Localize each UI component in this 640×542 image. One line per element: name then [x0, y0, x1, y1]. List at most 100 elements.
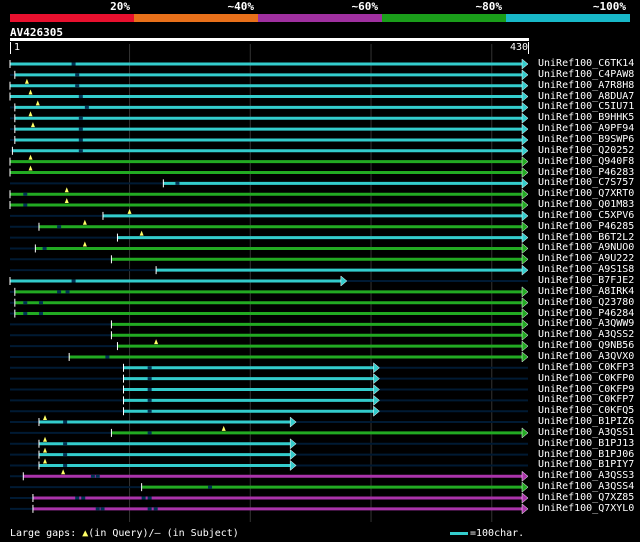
hit-label[interactable]: UniRef100_A3QVX0 — [538, 351, 634, 362]
hit-label[interactable]: UniRef100_C0KFP3 — [538, 362, 634, 373]
query-gap-marker-icon — [154, 339, 159, 345]
hit-label[interactable]: UniRef100_B1PJ13 — [538, 438, 634, 449]
query-gap-marker-icon — [82, 219, 87, 225]
hit-end-arrow-icon — [521, 177, 529, 189]
hit-label[interactable]: UniRef100_B6T2L2 — [538, 232, 634, 243]
hit-end-arrow-icon — [521, 156, 529, 168]
hit-end-arrow-icon — [521, 145, 529, 157]
hit-label[interactable]: UniRef100_Q7XYL0 — [538, 503, 634, 514]
hit-label[interactable]: UniRef100_C0KFP9 — [538, 384, 634, 395]
hit-end-arrow-icon — [373, 362, 380, 374]
hit-label[interactable]: UniRef100_A9PF94 — [538, 123, 634, 134]
hit-end-arrow-icon — [521, 286, 529, 298]
hit-end-arrow-icon — [521, 470, 529, 482]
hit-label[interactable]: UniRef100_B7FJE2 — [538, 275, 634, 286]
hit-end-arrow-icon — [521, 199, 529, 211]
hit-label[interactable]: UniRef100_C0KFQ5 — [538, 405, 634, 416]
hit-end-arrow-icon — [289, 416, 297, 428]
hit-end-arrow-icon — [521, 80, 529, 92]
query-gap-marker-icon — [61, 469, 66, 475]
hit-label[interactable]: UniRef100_C7S757 — [538, 177, 634, 188]
hit-end-arrow-icon — [373, 383, 380, 396]
hit-end-arrow-icon — [521, 481, 529, 493]
hit-end-arrow-icon — [521, 329, 529, 341]
hit-label[interactable]: UniRef100_Q940F8 — [538, 156, 634, 167]
hit-end-arrow-icon — [521, 232, 529, 244]
hit-label[interactable]: UniRef100_C0KFP7 — [538, 394, 634, 405]
hit-end-arrow-icon — [521, 427, 529, 439]
hit-label[interactable]: UniRef100_C0KFP0 — [538, 373, 634, 384]
hit-label[interactable]: UniRef100_P46284 — [538, 308, 634, 319]
hit-label[interactable]: UniRef100_P46285 — [538, 221, 634, 232]
hit-end-arrow-icon — [521, 264, 529, 276]
query-gap-marker-icon — [30, 122, 35, 128]
hit-label[interactable]: UniRef100_C4PAW8 — [538, 69, 634, 80]
query-gap-marker-icon — [24, 78, 29, 84]
hit-end-arrow-icon — [521, 492, 529, 504]
query-gap-marker-icon — [43, 436, 48, 442]
hit-label[interactable]: UniRef100_A7R8H8 — [538, 80, 634, 91]
hit-end-arrow-icon — [521, 340, 529, 352]
hit-end-arrow-icon — [521, 123, 529, 135]
hit-label[interactable]: UniRef100_B1PIY7 — [538, 459, 634, 470]
hit-label[interactable]: UniRef100_A3QWW9 — [538, 318, 634, 329]
hit-label[interactable]: UniRef100_Q20252 — [538, 145, 634, 156]
hit-label[interactable]: UniRef100_A8IRK4 — [538, 286, 634, 297]
hit-end-arrow-icon — [373, 394, 380, 406]
scale-key: =100char. — [450, 528, 524, 539]
hit-end-arrow-icon — [521, 166, 529, 179]
hit-label[interactable]: UniRef100_A9NUO0 — [538, 242, 634, 253]
hit-label[interactable]: UniRef100_Q7XRT0 — [538, 188, 634, 199]
hit-end-arrow-icon — [373, 405, 380, 417]
query-gap-marker-icon — [28, 89, 33, 95]
hit-label[interactable]: UniRef100_B1PIZ6 — [538, 416, 634, 427]
hit-label[interactable]: UniRef100_B9SWP6 — [538, 134, 634, 145]
hit-end-arrow-icon — [289, 459, 297, 471]
hit-end-arrow-icon — [521, 210, 529, 222]
hit-end-arrow-icon — [521, 318, 529, 330]
hit-label[interactable]: UniRef100_Q7XZ85 — [538, 492, 634, 503]
hit-end-arrow-icon — [521, 297, 529, 309]
hit-label[interactable]: UniRef100_A3QSS3 — [538, 470, 634, 481]
hit-end-arrow-icon — [521, 91, 529, 103]
hit-label[interactable]: UniRef100_Q23780 — [538, 297, 634, 308]
hit-label[interactable]: UniRef100_A3QSS4 — [538, 481, 634, 492]
query-gap-marker-icon — [139, 230, 144, 236]
hit-label[interactable]: UniRef100_Q9NB56 — [538, 340, 634, 351]
query-gap-marker-icon — [82, 241, 87, 247]
hit-end-arrow-icon — [521, 308, 529, 320]
hit-end-arrow-icon — [521, 221, 529, 233]
hit-end-arrow-icon — [521, 69, 529, 81]
hit-label[interactable]: UniRef100_A3QSS2 — [538, 329, 634, 340]
hit-label[interactable]: UniRef100_A9U222 — [538, 253, 634, 264]
hit-label[interactable]: UniRef100_C5XPV6 — [538, 210, 634, 221]
hit-end-arrow-icon — [521, 58, 529, 70]
query-gap-marker-icon — [43, 447, 48, 453]
hit-end-arrow-icon — [289, 449, 297, 461]
hit-label[interactable]: UniRef100_C6TK14 — [538, 58, 634, 69]
hit-end-arrow-icon — [373, 373, 380, 385]
query-gap-marker-icon — [28, 165, 33, 171]
hit-label[interactable]: UniRef100_B1PJ06 — [538, 449, 634, 460]
hit-label[interactable]: UniRef100_A9S1S8 — [538, 264, 634, 275]
hit-label[interactable]: UniRef100_A3QSS1 — [538, 427, 634, 438]
hit-end-arrow-icon — [289, 438, 297, 450]
hit-label[interactable]: UniRef100_Q01M83 — [538, 199, 634, 210]
hit-end-arrow-icon — [521, 351, 529, 363]
query-gap-marker-icon — [127, 208, 132, 214]
hit-label[interactable]: UniRef100_A8DUA7 — [538, 91, 634, 102]
gap-legend-text: Large gaps: — [10, 528, 83, 539]
query-gap-marker-icon — [28, 111, 33, 117]
query-gap-marker-icon — [43, 415, 48, 421]
query-gap-marker-icon — [35, 100, 40, 106]
hit-label[interactable]: UniRef100_P46283 — [538, 167, 634, 178]
query-gap-marker-icon — [64, 187, 69, 193]
hit-end-arrow-icon — [340, 275, 348, 287]
scale-text: =100char. — [470, 528, 525, 539]
hit-label[interactable]: UniRef100_C5IU71 — [538, 101, 634, 112]
gap-legend: Large gaps: ▲(in Query)/— (in Subject) — [10, 528, 239, 539]
query-gap-marker-icon — [221, 425, 226, 431]
query-gap-marker-icon — [28, 154, 33, 160]
query-gap-marker-icon — [64, 198, 69, 204]
hit-label[interactable]: UniRef100_B9HHK5 — [538, 112, 634, 123]
